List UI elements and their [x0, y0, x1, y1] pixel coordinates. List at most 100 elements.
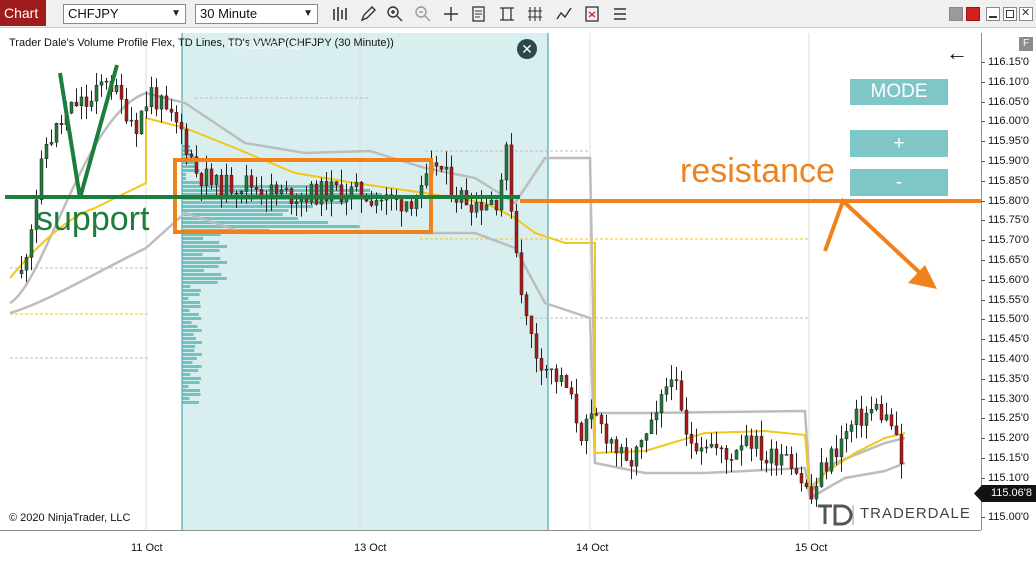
candle-body	[749, 435, 754, 449]
price-axis[interactable]: 116.15'0 116.10'0 116.05'0 116.00'0 115.95'0…	[980, 33, 1036, 530]
volume-profile-bar	[182, 301, 200, 304]
chart-tab[interactable]: Chart	[0, 0, 46, 26]
candle-body	[489, 199, 494, 206]
candle-body	[714, 443, 719, 449]
candle-body	[629, 460, 634, 467]
minimize-button[interactable]	[949, 7, 963, 21]
candle-body	[884, 414, 889, 421]
volume-profile-bar	[182, 393, 201, 396]
candle-body	[484, 204, 489, 211]
properties-icon[interactable]	[583, 5, 601, 23]
candle-body	[579, 422, 584, 442]
candle-body	[284, 188, 289, 191]
pencil-icon[interactable]	[359, 5, 377, 23]
candle-body	[699, 447, 704, 452]
candle-body	[354, 182, 359, 188]
templates-icon[interactable]	[498, 5, 516, 23]
chart-plot-area[interactable]	[5, 33, 981, 530]
candle-body	[514, 211, 519, 253]
candle-body	[44, 143, 49, 160]
profile-background	[182, 33, 548, 530]
candle-body	[24, 257, 29, 271]
time-tick-label: 13 Oct	[354, 542, 387, 554]
candle-body	[609, 439, 614, 444]
volume-profile-bar	[182, 329, 202, 332]
candle-body	[229, 174, 234, 194]
candle-body	[814, 486, 819, 500]
strategies-icon[interactable]	[526, 5, 544, 23]
price-tick-label: 115.45'0	[980, 333, 1030, 346]
time-axis[interactable]: 11 Oct 13 Oct 14 Oct 15 Oct	[0, 530, 981, 561]
indicators-icon[interactable]	[555, 5, 573, 23]
data-box-icon[interactable]	[470, 5, 488, 23]
window-maximize-icon[interactable]	[1003, 7, 1017, 21]
candle-body	[859, 408, 864, 426]
candle-body	[379, 199, 384, 202]
ninjatrader-chart-window: Chart CHFJPY ▼ 30 Minute ▼ ✕ Trader Dale…	[0, 0, 1036, 561]
price-tick-label: 115.50'0	[980, 313, 1030, 326]
candle-body	[679, 380, 684, 411]
candle-body	[674, 379, 679, 381]
chevron-down-icon: ▼	[303, 8, 313, 19]
crosshair-icon[interactable]	[442, 5, 460, 23]
volume-profile-bar	[182, 277, 227, 280]
volume-profile-bar	[182, 273, 222, 276]
volume-profile-bar	[182, 353, 202, 356]
volume-profile-bar	[182, 385, 189, 388]
candle-body	[894, 425, 899, 435]
candle-body	[779, 454, 784, 466]
zoom-in-icon[interactable]	[386, 5, 404, 23]
candle-body	[604, 423, 609, 444]
candle-body	[494, 199, 499, 211]
list-icon[interactable]	[611, 5, 629, 23]
close-window-button[interactable]	[966, 7, 980, 21]
candle-body	[839, 438, 844, 458]
zoom-out-icon[interactable]	[414, 5, 432, 23]
close-profile-icon[interactable]: ✕	[517, 39, 537, 59]
bar-type-icon[interactable]	[331, 5, 349, 23]
candle-body	[809, 486, 814, 500]
instrument-select[interactable]: CHFJPY ▼	[63, 4, 186, 24]
candle-body	[224, 174, 229, 198]
price-tick-label: 115.00'0	[980, 511, 1030, 524]
window-close-icon[interactable]: ✕	[1019, 7, 1033, 21]
volume-profile-bar	[182, 285, 191, 288]
arrow-left-icon[interactable]: ←	[946, 40, 968, 66]
volume-profile-bar	[182, 377, 201, 380]
copyright-label: © 2020 NinjaTrader, LLC	[9, 512, 131, 524]
candle-body	[504, 144, 509, 181]
plus-button[interactable]: +	[850, 130, 948, 157]
candle-body	[74, 101, 79, 107]
candle-body	[739, 445, 744, 451]
volume-profile-bar	[182, 349, 195, 352]
candle-body	[539, 358, 544, 371]
candle-body	[709, 443, 714, 448]
last-price-marker: 115.06'8	[974, 485, 1036, 502]
timeframe-select[interactable]: 30 Minute ▼	[195, 4, 318, 24]
window-minimize-icon[interactable]	[986, 7, 1000, 21]
candle-body	[734, 449, 739, 460]
price-tick-label: 115.20'0	[980, 432, 1030, 445]
candle-body	[469, 204, 474, 213]
traderdale-logo-icon	[818, 504, 854, 526]
volume-profile-bar	[182, 305, 201, 308]
candle-body	[589, 413, 594, 420]
candle-body	[414, 198, 419, 209]
candle-body	[819, 462, 824, 487]
price-tick-label: 115.10'0	[980, 471, 1030, 484]
candle-body	[139, 110, 144, 134]
minus-button[interactable]: -	[850, 169, 948, 196]
f-button[interactable]: F	[1019, 37, 1033, 51]
candle-body	[844, 431, 849, 440]
volume-profile-bar	[182, 357, 197, 360]
volume-profile-bar	[182, 245, 227, 248]
candle-body	[119, 84, 124, 100]
volume-profile-bar	[182, 181, 200, 184]
time-tick-label: 15 Oct	[795, 542, 828, 554]
volume-profile-bar	[182, 269, 204, 272]
price-tick-label: 115.40'0	[980, 353, 1030, 365]
candle-body	[849, 424, 854, 432]
mode-button[interactable]: MODE	[850, 79, 948, 105]
candle-body	[869, 409, 874, 414]
candle-body	[309, 183, 314, 203]
